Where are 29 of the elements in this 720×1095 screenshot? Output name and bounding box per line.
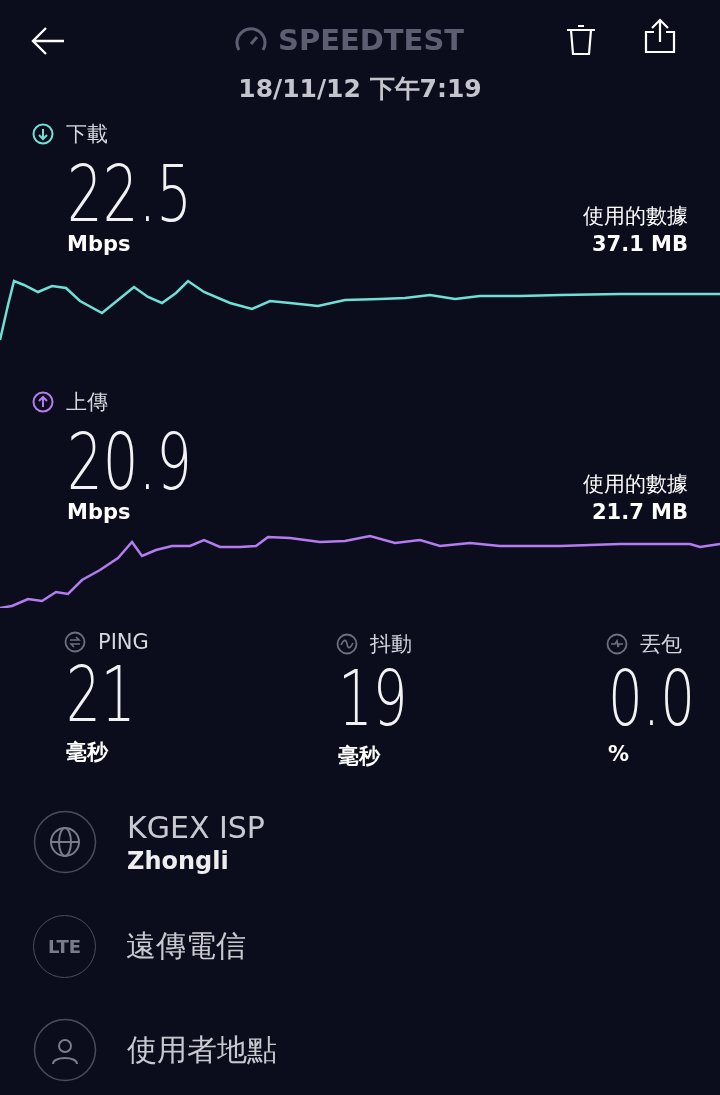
speed-label: 下載 xyxy=(66,121,108,148)
metric-label: PING xyxy=(98,630,149,654)
wave-icon xyxy=(336,633,358,655)
metric-label: 抖動 xyxy=(370,631,412,658)
up-arrow-circle-icon xyxy=(32,391,54,413)
metric-value: 19 xyxy=(338,658,408,740)
data-used-value: 37.1 MB xyxy=(590,232,688,256)
down-arrow-circle-icon xyxy=(32,123,54,145)
metric-value: 21 xyxy=(66,654,136,736)
metric-value: 0.0 xyxy=(608,658,696,740)
metric-label: 丟包 xyxy=(640,631,682,658)
detail-subtitle: Zhongli xyxy=(127,846,230,875)
person-icon xyxy=(33,1018,97,1082)
metric-unit: 毫秒 xyxy=(337,743,382,770)
test-date: 18/11/12 下午7:19 xyxy=(237,73,483,105)
data-used-value: 21.7 MB xyxy=(590,500,688,524)
back-arrow-icon[interactable] xyxy=(30,25,66,57)
metric-unit: % xyxy=(607,742,631,766)
detail-title: 使用者地點 xyxy=(127,1030,277,1069)
pulse-icon xyxy=(606,633,628,655)
data-used-label: 使用的數據 xyxy=(583,471,688,498)
app-title: SPEEDTEST xyxy=(278,23,465,57)
speed-label: 上傳 xyxy=(66,389,108,416)
detail-title: KGEX ISP xyxy=(127,809,265,845)
metric-unit: 毫秒 xyxy=(65,739,110,766)
ping-icon xyxy=(64,631,86,653)
detail-title: 遠傳電信 xyxy=(126,926,246,965)
data-used-label: 使用的數據 xyxy=(583,203,688,230)
globe-icon xyxy=(33,810,97,874)
